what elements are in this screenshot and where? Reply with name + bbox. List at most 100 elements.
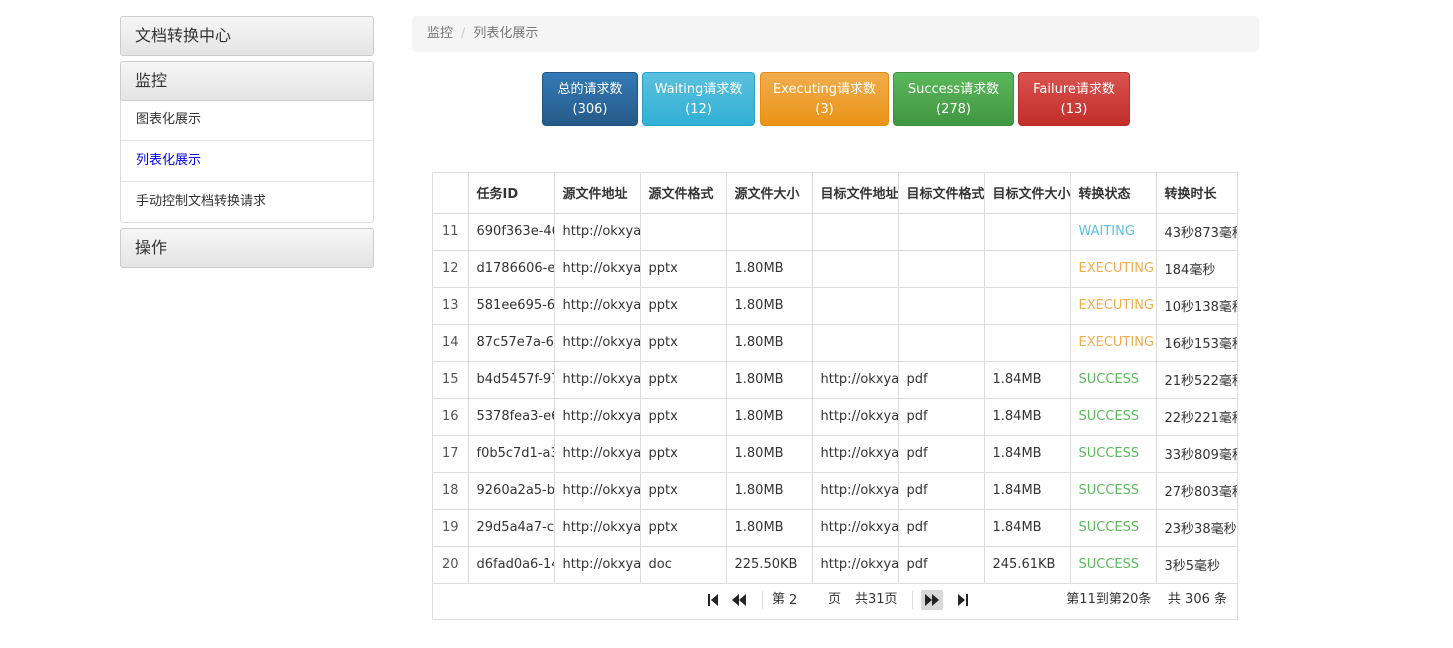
cell-target-url: http://okxyat [812,435,899,473]
cell-target-format: pdf [898,398,985,436]
app-title[interactable]: 文档转换中心 [120,16,374,56]
cell-target-format: pdf [898,546,985,584]
column-header-target-url[interactable]: 目标文件地址 [812,173,899,214]
cell-target-format [898,213,985,251]
stat-count: (3) [815,102,834,117]
table-row[interactable]: 19 29d5a4a7-c http://okxyat pptx 1.80MB http:… [433,509,1237,547]
cell-rownum: 11 [433,213,469,251]
column-header-status[interactable]: 转换状态 [1070,173,1157,214]
cell-source-format: pptx [640,324,727,362]
page-number-input[interactable] [789,591,825,609]
stat-label: Failure请求数 [1033,82,1115,97]
menu-item-list-view[interactable]: 列表化展示 [121,140,373,181]
cell-target-format [898,287,985,325]
stat-count: (278) [936,102,971,117]
cell-duration: 43秒873毫秒 [1156,213,1237,251]
next-page-icon[interactable] [921,590,943,610]
cell-status: SUCCESS [1070,509,1157,547]
page-suffix: 页 [828,592,842,607]
breadcrumb: 监控 / 列表化展示 [412,16,1259,52]
column-header-task-id[interactable]: 任务ID [468,173,555,214]
first-page-icon[interactable] [702,590,724,610]
task-table: 任务ID 源文件地址 源文件格式 源文件大小 目标文件地址 目标文件格式 目标文… [433,173,1237,584]
failure-requests-button[interactable]: Failure请求数 (13) [1018,72,1130,126]
column-header-target-format[interactable]: 目标文件格式 [898,173,985,214]
cell-source-size: 1.80MB [726,435,813,473]
cell-target-url: http://okxyat [812,472,899,510]
cell-source-size: 225.50KB [726,546,813,584]
table-row[interactable]: 11 690f363e-46 http://okxyat WAITING 43秒873毫… [433,213,1237,251]
monitor-section-header[interactable]: 监控 [120,61,374,101]
column-header-target-size[interactable]: 目标文件大小 [984,173,1071,214]
cell-task-id: 690f363e-46 [468,213,555,251]
column-header-source-url[interactable]: 源文件地址 [554,173,641,214]
cell-duration: 10秒138毫秒 [1156,287,1237,325]
cell-rownum: 16 [433,398,469,436]
table-row[interactable]: 12 d1786606-e http://okxyat pptx 1.80MB EXECU… [433,250,1237,288]
pagination-bar: 第 页 共31页 第11到第20条 共 306 条 [433,581,1237,619]
breadcrumb-separator: / [461,26,466,41]
cell-status: SUCCESS [1070,472,1157,510]
table-row[interactable]: 14 87c57e7a-6 http://okxyat pptx 1.80MB EXECU… [433,324,1237,362]
cell-target-size: 1.84MB [984,398,1071,436]
cell-source-url: http://okxyat [554,324,641,362]
cell-target-url: http://okxyat [812,361,899,399]
table-row[interactable]: 15 b4d5457f-97 http://okxyat pptx 1.80MB http… [433,361,1237,399]
column-header-duration[interactable]: 转换时长 [1156,173,1237,214]
cell-source-url: http://okxyat [554,435,641,473]
waiting-requests-button[interactable]: Waiting请求数 (12) [642,72,755,126]
table-row[interactable]: 13 581ee695-6 http://okxyat pptx 1.80MB EXECU… [433,287,1237,325]
breadcrumb-root[interactable]: 监控 [427,26,453,41]
cell-source-format: pptx [640,435,727,473]
cell-task-id: d1786606-e [468,250,555,288]
executing-requests-button[interactable]: Executing请求数 (3) [760,72,889,126]
cell-duration: 16秒153毫秒 [1156,324,1237,362]
cell-source-url: http://okxyat [554,287,641,325]
cell-target-format [898,324,985,362]
cell-source-url: http://okxyat [554,213,641,251]
last-page-icon[interactable] [952,590,974,610]
cell-task-id: 5378fea3-e6 [468,398,555,436]
cell-duration: 184毫秒 [1156,250,1237,288]
table-row[interactable]: 18 9260a2a5-b http://okxyat pptx 1.80MB http:… [433,472,1237,510]
stat-count: (12) [685,102,712,117]
cell-target-size: 1.84MB [984,509,1071,547]
cell-target-url [812,213,899,251]
monitor-menu: 图表化展示 列表化展示 手动控制文档转换请求 [120,100,374,223]
table-row[interactable]: 16 5378fea3-e6 http://okxyat pptx 1.80MB http… [433,398,1237,436]
cell-target-size: 1.84MB [984,361,1071,399]
cell-duration: 23秒38毫秒 [1156,509,1237,547]
column-header-source-format[interactable]: 源文件格式 [640,173,727,214]
total-requests-button[interactable]: 总的请求数 (306) [542,72,638,126]
cell-source-size [726,213,813,251]
cell-status: EXECUTING [1070,324,1157,362]
cell-rownum: 18 [433,472,469,510]
success-requests-button[interactable]: Success请求数 (278) [893,72,1014,126]
page-prefix: 第 [772,592,786,607]
menu-item-chart-view[interactable]: 图表化展示 [121,100,373,140]
cell-source-url: http://okxyat [554,546,641,584]
operations-section-header[interactable]: 操作 [120,228,374,268]
cell-target-format: pdf [898,361,985,399]
column-header-source-size[interactable]: 源文件大小 [726,173,813,214]
cell-source-format: pptx [640,361,727,399]
menu-item-manual-control[interactable]: 手动控制文档转换请求 [121,181,373,222]
table-header-row: 任务ID 源文件地址 源文件格式 源文件大小 目标文件地址 目标文件格式 目标文… [433,173,1237,214]
cell-rownum: 20 [433,546,469,584]
cell-target-format: pdf [898,509,985,547]
cell-source-format: pptx [640,509,727,547]
cell-status: SUCCESS [1070,435,1157,473]
cell-rownum: 12 [433,250,469,288]
cell-task-id: 9260a2a5-b [468,472,555,510]
prev-page-icon[interactable] [728,590,750,610]
table-row[interactable]: 20 d6fad0a6-14 http://okxyat doc 225.50KB htt… [433,546,1237,584]
cell-target-size [984,324,1071,362]
table-row[interactable]: 17 f0b5c7d1-a3 http://okxyat pptx 1.80MB http… [433,435,1237,473]
cell-target-size [984,213,1071,251]
stat-label: Executing请求数 [772,82,877,97]
cell-status: EXECUTING [1070,250,1157,288]
stat-label: 总的请求数 [557,82,623,97]
cell-source-size: 1.80MB [726,361,813,399]
cell-source-size: 1.80MB [726,398,813,436]
cell-rownum: 19 [433,509,469,547]
